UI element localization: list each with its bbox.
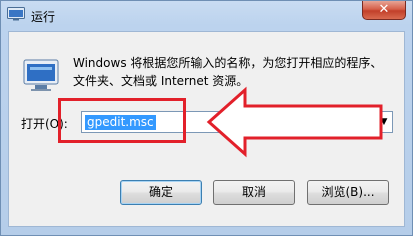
dialog-body: Windows 将根据您所输入的名称，为您打开相应的程序、 文件夹、文档或 In… <box>8 31 405 227</box>
left-arrow-pointer <box>206 86 383 158</box>
run-program-icon <box>21 54 61 94</box>
description-line-1: Windows 将根据您所输入的名称，为您打开相应的程序、 <box>73 56 383 70</box>
browse-button[interactable]: 浏览(B)... <box>307 180 389 205</box>
window-title: 运行 <box>31 10 56 24</box>
run-app-icon <box>7 7 25 21</box>
title-bar[interactable]: 运行 ✕ <box>1 1 412 31</box>
highlight-box <box>58 98 186 143</box>
dialog-description: Windows 将根据您所输入的名称，为您打开相应的程序、 文件夹、文档或 In… <box>73 54 393 90</box>
ok-button[interactable]: 确定 <box>120 180 202 205</box>
close-button[interactable]: ✕ <box>362 1 406 20</box>
close-icon: ✕ <box>378 2 390 17</box>
run-dialog-window: 运行 ✕ Windows 将根据您所输入的名称，为您打开相应的程序、 文件夹、文… <box>0 0 413 236</box>
cancel-button[interactable]: 取消 <box>213 180 295 205</box>
